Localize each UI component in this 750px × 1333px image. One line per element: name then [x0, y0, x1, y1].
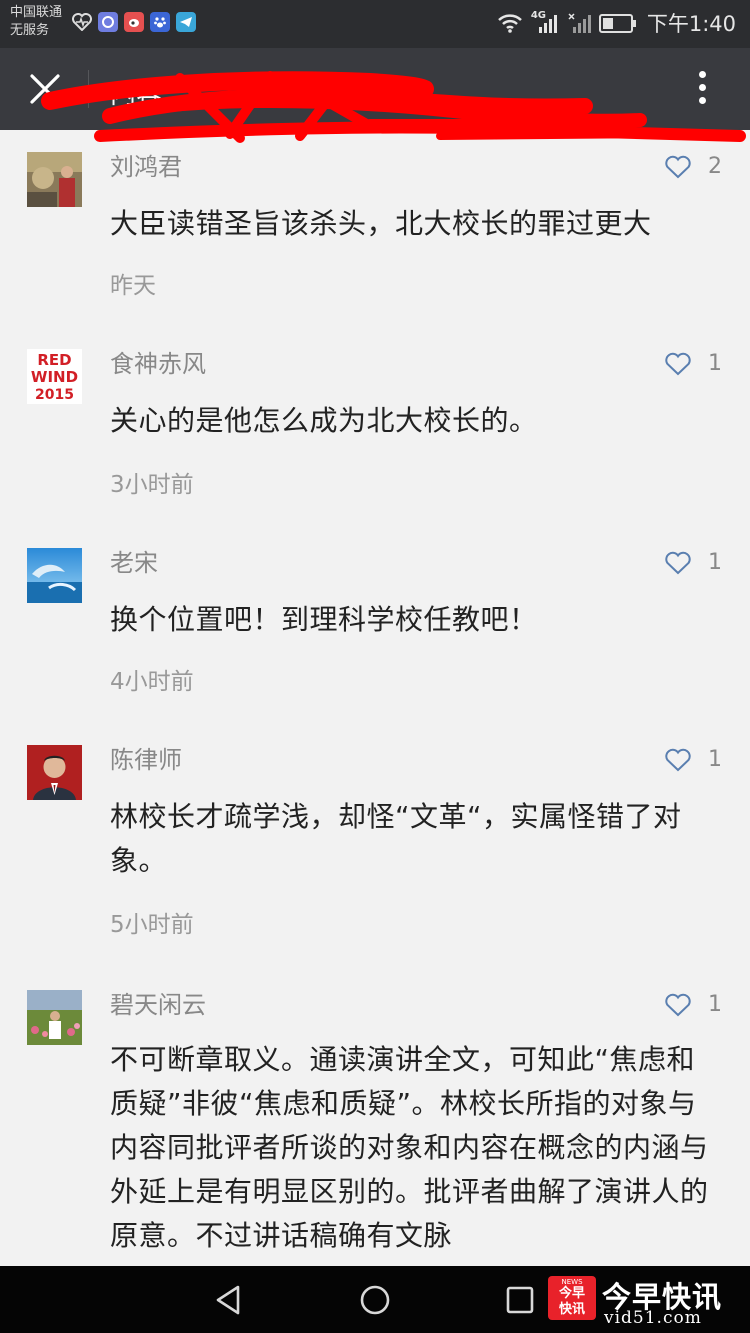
avatar-logo-text: RED: [37, 351, 71, 369]
comment-text: 林校长才疏学浅，却怪“文革“，实属怪错了对象。: [110, 800, 682, 877]
more-options-icon[interactable]: [692, 68, 712, 110]
heart-icon: [665, 155, 691, 178]
like-button[interactable]: 1: [664, 550, 722, 575]
notification-icons: [72, 12, 196, 32]
weibo-icon: [124, 12, 144, 32]
commenter-name[interactable]: 陈律师: [110, 745, 182, 775]
avatar[interactable]: [27, 548, 82, 603]
like-button[interactable]: 1: [664, 992, 722, 1017]
system-nav-bar: NEWS 今早 快讯 今早快讯 vid51.com: [0, 1266, 750, 1333]
service-status: 无服务: [10, 23, 50, 38]
recent-apps-icon[interactable]: [500, 1280, 540, 1320]
watermark-logo: NEWS 今早 快讯: [548, 1276, 596, 1320]
comment-text: 关心的是他怎么成为北大校长的。: [110, 404, 538, 437]
comment-time: 4小时前: [110, 669, 194, 695]
wifi-icon: [497, 14, 522, 33]
system-status: 4G 下午1:40: [497, 8, 736, 38]
signal-none-icon: [568, 13, 591, 33]
baidu-icon: [150, 12, 170, 32]
like-count: 1: [708, 747, 722, 772]
avatar-logo-text: WIND: [31, 368, 78, 386]
battery-icon: [598, 13, 636, 33]
comment-text: 大臣读错圣旨该杀头，北大校长的罪过更大: [110, 207, 652, 240]
home-icon[interactable]: [355, 1280, 395, 1320]
like-button[interactable]: 1: [664, 351, 722, 376]
avatar[interactable]: RED WIND 2015: [27, 349, 82, 404]
redaction-scribble: [41, 71, 746, 143]
back-icon[interactable]: [208, 1280, 248, 1320]
heart-icon: [665, 993, 691, 1016]
commenter-name[interactable]: 老宋: [110, 548, 158, 578]
commenter-name[interactable]: 食神赤风: [110, 349, 206, 379]
telegram-icon: [176, 12, 196, 32]
like-count: 1: [708, 351, 722, 376]
avatar[interactable]: [27, 745, 82, 800]
title-bar: 内容: [0, 48, 750, 143]
watermark-logo-tag: NEWS: [561, 1278, 583, 1286]
avatar-logo-text: 2015: [35, 387, 74, 403]
like-button[interactable]: 2: [664, 154, 722, 179]
carrier-name: 中国联通: [10, 5, 63, 20]
commenter-name[interactable]: 刘鸿君: [110, 152, 182, 182]
avatar[interactable]: [27, 990, 82, 1045]
avatar[interactable]: [27, 152, 82, 207]
comment-text: 换个位置吧！到理科学校任教吧！: [110, 603, 538, 636]
chat-app-icon: [98, 12, 118, 32]
like-count: 1: [708, 992, 722, 1017]
health-icon: [72, 12, 92, 32]
comment-time: 昨天: [110, 273, 156, 299]
like-button[interactable]: 1: [664, 747, 722, 772]
clock: 下午1:40: [646, 12, 736, 36]
like-count: 2: [708, 154, 722, 179]
watermark-logo-line2: 快讯: [558, 1302, 585, 1317]
status-bar: 中国联通 无服务 4G 下午1:40: [0, 0, 750, 48]
commenter-name[interactable]: 碧天闲云: [110, 990, 206, 1020]
watermark-url: vid51.com: [604, 1308, 702, 1328]
watermark: NEWS 今早 快讯 今早快讯 vid51.com: [548, 1274, 744, 1328]
comment-text: 不可断章取义。通读演讲全文，可知此“焦虑和质疑”非彼“焦虑和质疑”。林校长所指的…: [110, 1043, 709, 1252]
carrier-info: 中国联通 无服务: [10, 4, 62, 40]
signal-4g-icon: 4G: [531, 10, 559, 34]
watermark-logo-line1: 今早: [558, 1286, 585, 1301]
comment-time: 3小时前: [110, 472, 194, 498]
like-count: 1: [708, 550, 722, 575]
comment-time: 5小时前: [110, 912, 194, 938]
heart-icon: [665, 748, 691, 771]
heart-icon: [665, 551, 691, 574]
heart-icon: [665, 352, 691, 375]
